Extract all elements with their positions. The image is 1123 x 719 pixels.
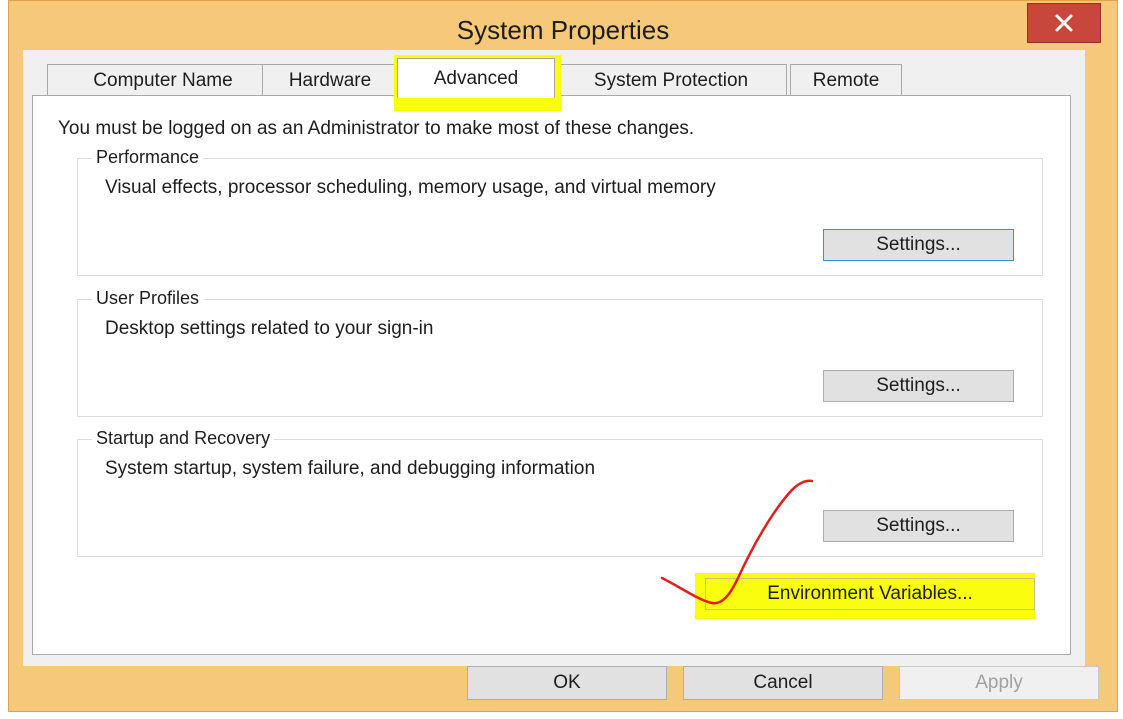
startup-recovery-group: Startup and Recovery System startup, sys…	[77, 428, 1043, 557]
tab-label: Hardware	[288, 69, 372, 91]
window-title: System Properties	[456, 15, 670, 45]
close-button[interactable]	[1027, 3, 1101, 43]
tab-system-protection[interactable]: System Protection	[555, 64, 787, 96]
cancel-button[interactable]: Cancel	[683, 666, 883, 700]
tab-label: Advanced	[433, 67, 519, 89]
tab-advanced[interactable]: Advanced	[397, 58, 555, 98]
user-profiles-settings-button[interactable]: Settings...	[823, 370, 1014, 402]
environment-variables-button[interactable]: Environment Variables...	[705, 578, 1035, 610]
performance-settings-button[interactable]: Settings...	[823, 229, 1014, 261]
group-description: Desktop settings related to your sign-in	[105, 318, 434, 339]
tab-label: Remote	[812, 69, 880, 91]
tab-remote[interactable]: Remote	[790, 64, 902, 96]
startup-recovery-settings-button[interactable]: Settings...	[823, 510, 1014, 542]
group-description: System startup, system failure, and debu…	[105, 458, 596, 479]
performance-group: Performance Visual effects, processor sc…	[77, 147, 1043, 276]
admin-note: You must be logged on as an Administrato…	[58, 118, 695, 139]
close-icon	[1055, 14, 1073, 32]
group-description: Visual effects, processor scheduling, me…	[105, 177, 716, 198]
user-profiles-group: User Profiles Desktop settings related t…	[77, 288, 1043, 417]
group-title: Performance	[92, 147, 204, 168]
group-title: User Profiles	[92, 288, 204, 309]
tab-computer-name[interactable]: Computer Name	[47, 64, 279, 96]
tab-hardware[interactable]: Hardware	[262, 64, 398, 96]
tab-label: System Protection	[593, 69, 749, 91]
tab-label: Computer Name	[93, 69, 233, 91]
ok-button[interactable]: OK	[467, 666, 667, 700]
apply-button[interactable]: Apply	[899, 666, 1099, 700]
group-title: Startup and Recovery	[92, 428, 275, 449]
